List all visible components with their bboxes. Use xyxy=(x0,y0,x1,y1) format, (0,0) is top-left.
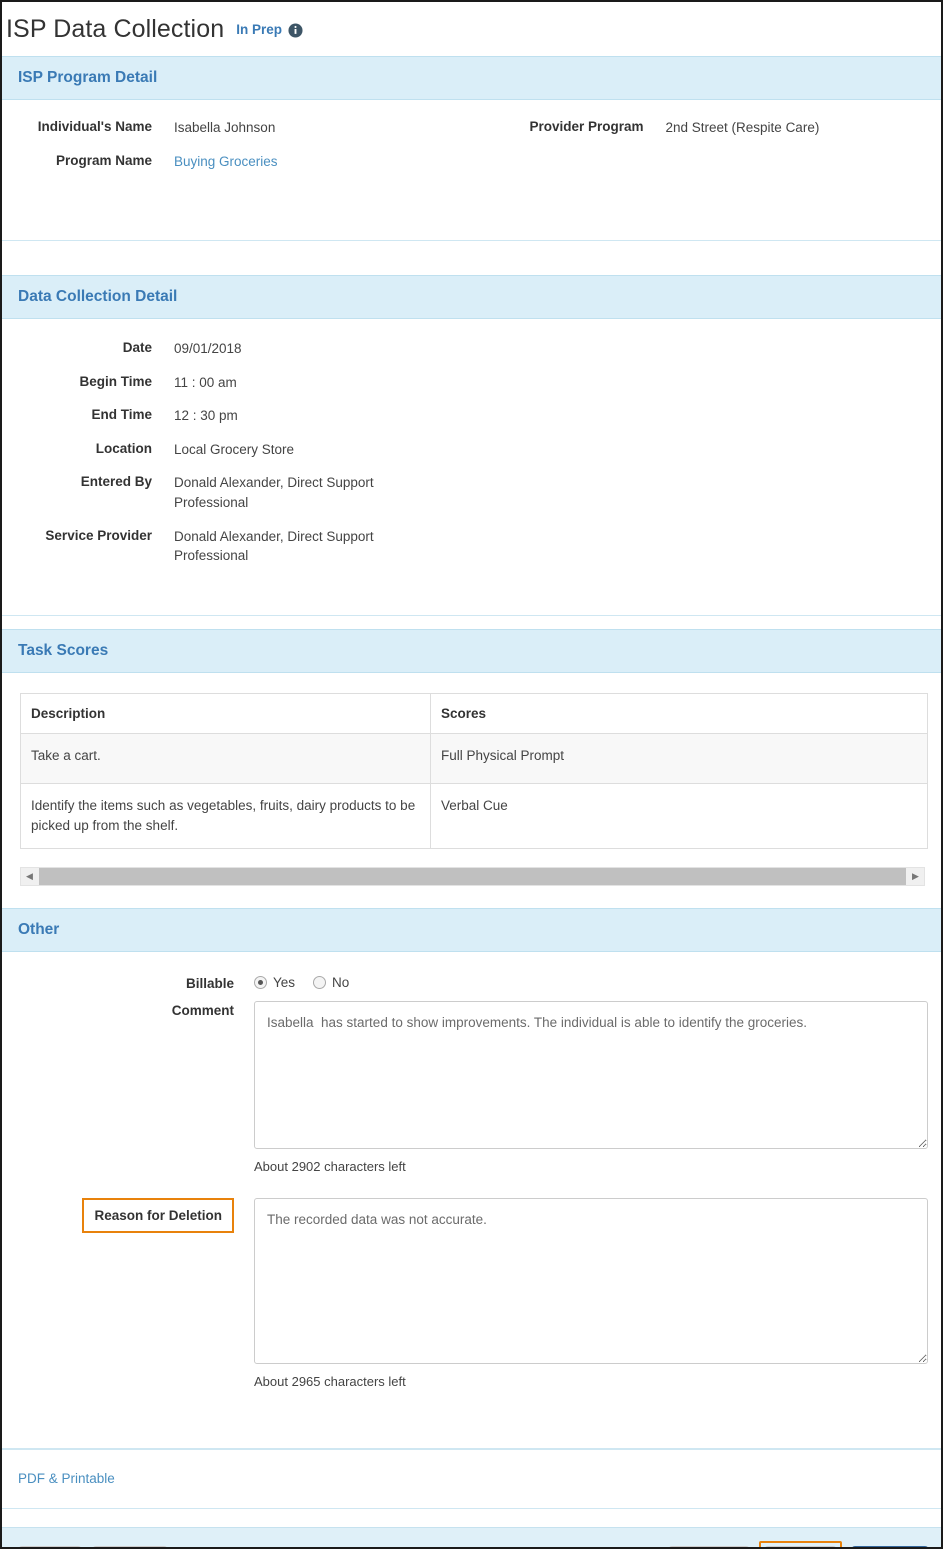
action-button-bar: Back Cancel SComm Delete Update xyxy=(2,1527,941,1547)
isp-program-detail-left-column: Individual's Name Isabella Johnson Progr… xyxy=(2,118,472,185)
data-collection-detail-body: Date 09/01/2018 Begin Time 11 : 00 am En… xyxy=(2,319,941,596)
field-comment: Comment About 2902 characters left xyxy=(2,1001,941,1188)
footer-spacer xyxy=(2,1509,941,1528)
field-label: Date xyxy=(122,340,152,356)
field-individuals-name: Individual's Name Isabella Johnson xyxy=(2,118,472,138)
field-label: Begin Time xyxy=(79,373,152,389)
reason-for-deletion-label-wrapper: Reason for Deletion xyxy=(2,1198,234,1234)
comment-field-wrapper: About 2902 characters left xyxy=(234,1001,928,1188)
isp-data-collection-page: ISP Data Collection In Prep ISP Program … xyxy=(0,0,943,1549)
reason-for-deletion-label: Reason for Deletion xyxy=(82,1198,234,1234)
field-label: End Time xyxy=(91,407,152,423)
table-header-row: Description Scores xyxy=(20,692,928,734)
section-divider-1 xyxy=(2,213,941,242)
section-divider-3 xyxy=(2,1425,941,1450)
column-header-description: Description xyxy=(20,692,431,734)
field-label: Service Provider xyxy=(45,527,152,543)
field-date: Date 09/01/2018 xyxy=(2,339,941,359)
reason-for-deletion-textarea[interactable] xyxy=(254,1198,928,1365)
pdf-printable-link[interactable]: PDF & Printable xyxy=(18,1471,115,1486)
pdf-printable-row: PDF & Printable xyxy=(2,1449,941,1510)
table-row: Identify the items such as vegetables, f… xyxy=(20,782,928,850)
field-service-provider: Service Provider Donald Alexander, Direc… xyxy=(2,527,941,566)
radio-label-no[interactable]: No xyxy=(332,975,349,990)
cell-score: Verbal Cue xyxy=(430,782,928,850)
field-reason-for-deletion: Reason for Deletion About 2965 character… xyxy=(2,1198,941,1403)
radio-billable-yes[interactable] xyxy=(254,976,267,990)
section-spacer-2 xyxy=(2,615,941,629)
isp-program-detail-right-column: Provider Program 2nd Street (Respite Car… xyxy=(472,118,942,185)
field-label: Individual's Name xyxy=(37,119,152,134)
field-label: Location xyxy=(95,440,152,456)
isp-program-detail-body: Individual's Name Isabella Johnson Progr… xyxy=(2,100,942,214)
section-divider-2 xyxy=(2,595,941,616)
field-label: Program Name xyxy=(55,152,152,168)
field-billable: Billable Yes No xyxy=(2,974,941,991)
field-location: Location Local Grocery Store xyxy=(2,440,941,460)
task-scores-table-wrapper: Description Scores Take a cart. Full Phy… xyxy=(2,673,941,850)
cell-score: Full Physical Prompt xyxy=(430,732,928,784)
scrollbar-thumb[interactable] xyxy=(39,868,906,886)
field-end-time: End Time 12 : 30 pm xyxy=(2,406,941,426)
radio-label-yes[interactable]: Yes xyxy=(273,975,295,990)
billable-label: Billable xyxy=(185,976,234,992)
section-header-other: Other xyxy=(2,908,941,953)
column-header-scores: Scores xyxy=(430,692,928,734)
section-header-task-scores: Task Scores xyxy=(2,628,941,673)
section-header-data-collection-detail: Data Collection Detail xyxy=(2,275,941,320)
reason-field-wrapper: About 2965 characters left xyxy=(234,1198,928,1403)
task-scores-body: Description Scores Take a cart. Full Phy… xyxy=(2,672,941,909)
field-entered-by: Entered By Donald Alexander, Direct Supp… xyxy=(2,473,941,512)
field-provider-program: Provider Program 2nd Street (Respite Car… xyxy=(472,118,942,138)
task-scores-table: Description Scores Take a cart. Full Phy… xyxy=(20,692,928,850)
table-row: Take a cart. Full Physical Prompt xyxy=(20,732,928,784)
cell-description: Take a cart. xyxy=(20,732,431,784)
delete-button-highlight: Delete xyxy=(759,1541,843,1547)
field-value: Local Grocery Store xyxy=(174,441,295,457)
status-badge: In Prep xyxy=(236,21,282,37)
cell-description: Identify the items such as vegetables, f… xyxy=(20,782,431,850)
page-header: ISP Data Collection In Prep xyxy=(2,2,941,56)
info-icon[interactable] xyxy=(288,22,303,38)
horizontal-scrollbar[interactable]: ◀ ▶ xyxy=(20,867,925,887)
other-body: Billable Yes No Comment About 2902 chara… xyxy=(2,952,941,1426)
section-spacer-1 xyxy=(2,241,941,275)
comment-textarea[interactable] xyxy=(254,1001,928,1150)
billable-radio-group: Yes No xyxy=(234,974,361,990)
comment-chars-left: About 2902 characters left xyxy=(254,1159,406,1175)
section-header-isp-program-detail: ISP Program Detail xyxy=(2,56,941,100)
field-value: 2nd Street (Respite Care) xyxy=(665,120,820,135)
comment-label: Comment xyxy=(171,1003,234,1019)
field-value: 11 : 00 am xyxy=(174,374,237,390)
program-name-link[interactable]: Buying Groceries xyxy=(152,152,278,172)
field-label: Provider Program xyxy=(529,119,644,134)
reason-chars-left: About 2965 characters left xyxy=(254,1374,406,1390)
field-value: 12 : 30 pm xyxy=(174,408,238,424)
field-program-name: Program Name Buying Groceries xyxy=(2,152,472,172)
scroll-right-arrow-icon[interactable]: ▶ xyxy=(907,868,924,885)
field-label: Entered By xyxy=(80,474,152,490)
field-begin-time: Begin Time 11 : 00 am xyxy=(2,373,941,393)
field-value: Isabella Johnson xyxy=(174,120,276,135)
field-value: Donald Alexander, Direct Support Profess… xyxy=(174,528,374,564)
field-value: Donald Alexander, Direct Support Profess… xyxy=(174,475,374,510)
scroll-left-arrow-icon[interactable]: ◀ xyxy=(21,868,38,885)
field-value: 09/01/2018 xyxy=(174,341,242,357)
radio-billable-no[interactable] xyxy=(313,976,327,990)
page-title: ISP Data Collection xyxy=(6,14,225,43)
